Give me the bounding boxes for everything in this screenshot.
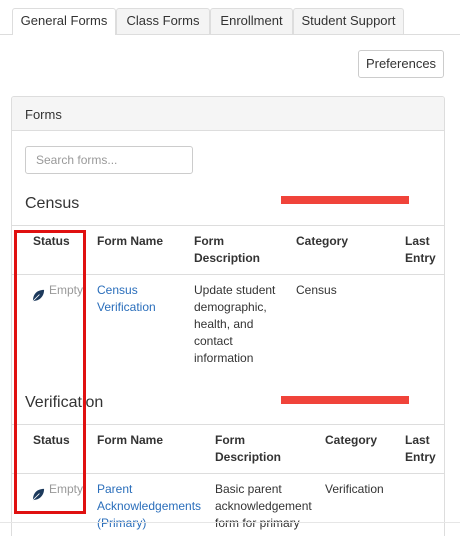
column-header-status[interactable]: Status: [33, 233, 70, 250]
bottom-divider: [0, 522, 460, 523]
description-line: acknowledgement: [215, 499, 312, 513]
description-line: contact: [194, 334, 233, 348]
form-description: Update student demographic, health, and …: [194, 282, 275, 367]
leaf-icon: [32, 488, 45, 501]
form-name-line: (Primary): [97, 516, 147, 530]
table-divider: [12, 473, 444, 474]
column-header-form-description[interactable]: Form Description: [215, 432, 281, 466]
form-link-parent-acknowledgements[interactable]: Parent Acknowledgements (Primary): [97, 481, 201, 532]
form-name-line: Verification: [97, 300, 156, 314]
section-title-verification: Verification: [25, 394, 104, 411]
tab-student-support[interactable]: Student Support: [293, 8, 404, 34]
forms-panel: Forms Census Status Form Name Form Descr…: [11, 96, 445, 536]
section-title-census: Census: [25, 195, 80, 212]
status-label: Empty: [49, 482, 84, 496]
table-divider: [12, 225, 444, 226]
redaction-bar: [281, 196, 409, 204]
column-header-status[interactable]: Status: [33, 432, 70, 449]
header-line: Entry: [405, 251, 436, 265]
description-line: health, and: [194, 317, 254, 331]
header-line: Last: [405, 234, 430, 248]
form-name-line: Acknowledgements: [97, 499, 202, 513]
search-input[interactable]: [25, 146, 193, 174]
column-header-form-description[interactable]: Form Description: [194, 233, 260, 267]
table-divider: [12, 274, 444, 275]
column-header-last-entry[interactable]: Last Entry: [405, 233, 436, 267]
header-line: Last: [405, 433, 430, 447]
column-header-form-name[interactable]: Form Name: [97, 432, 163, 449]
form-link-census-verification[interactable]: Census Verification: [97, 282, 156, 316]
description-line: Update student: [194, 283, 276, 297]
header-line: Form: [194, 234, 224, 248]
column-header-category[interactable]: Category: [296, 233, 348, 250]
panel-title: Forms: [25, 107, 62, 122]
preferences-button[interactable]: Preferences: [358, 50, 444, 78]
category-cell: Census: [296, 283, 337, 297]
form-name-line: Parent: [97, 482, 133, 496]
form-name-line: Census: [97, 283, 138, 297]
tab-general-forms[interactable]: General Forms: [12, 8, 116, 35]
status-label: Empty: [49, 283, 84, 297]
form-description: Basic parent acknowledgement form for pr…: [215, 481, 312, 532]
column-header-category[interactable]: Category: [325, 432, 377, 449]
header-line: Description: [194, 251, 261, 265]
description-line: demographic,: [194, 300, 267, 314]
leaf-icon: [32, 289, 45, 302]
description-line: information: [194, 351, 254, 365]
header-line: Description: [215, 450, 282, 464]
column-header-last-entry[interactable]: Last Entry: [405, 432, 436, 466]
column-header-form-name[interactable]: Form Name: [97, 233, 163, 250]
header-line: Form: [215, 433, 245, 447]
panel-header: Forms: [12, 97, 444, 131]
table-divider: [12, 424, 444, 425]
category-cell: Verification: [325, 482, 384, 496]
redaction-bar: [281, 396, 409, 404]
description-line: Basic parent: [215, 482, 282, 496]
tab-enrollment[interactable]: Enrollment: [210, 8, 293, 34]
header-line: Entry: [405, 450, 436, 464]
tab-class-forms[interactable]: Class Forms: [116, 8, 210, 34]
description-line: form for primary: [215, 516, 300, 530]
